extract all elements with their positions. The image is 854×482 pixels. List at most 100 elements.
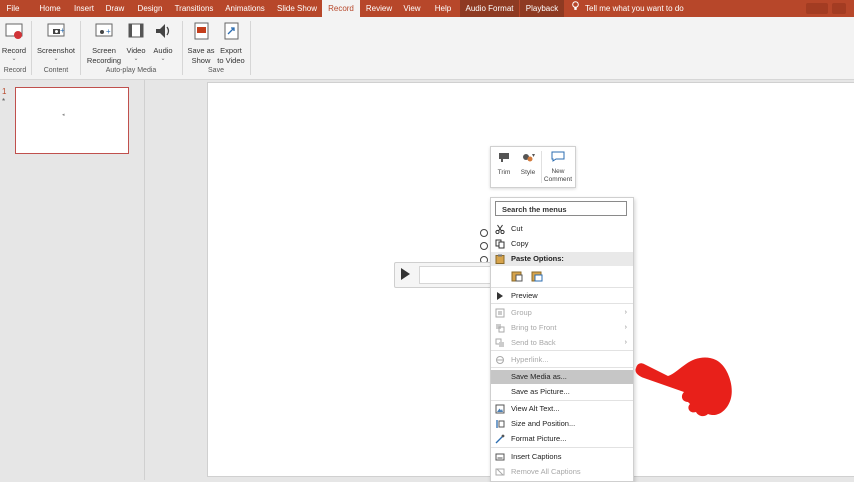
menu-item-send-to-back[interactable]: Send to Back › [491,336,633,350]
screen-recording-button[interactable]: + Screen Recording [84,21,124,66]
menu-item-format-picture[interactable]: Format Picture... [491,432,633,446]
menu-item-size-and-position[interactable]: Size and Position... [491,417,633,431]
group-label-save: Save [208,67,224,74]
tab-slide-show[interactable]: Slide Show [272,0,322,17]
trim-button[interactable]: Trim [493,151,515,177]
record-icon [1,21,27,44]
paste-picture-icon[interactable] [531,270,543,282]
chevron-right-icon: › [624,339,627,346]
screen-recording-icon: + [84,21,124,44]
audio-label: Audio [153,46,173,55]
menu-item-save-media-as[interactable]: Save Media as... [491,370,633,384]
tab-help[interactable]: Help [427,0,459,17]
export-to-video-button[interactable]: Export to Video [216,21,246,66]
selection-handle[interactable] [480,242,488,250]
tell-me-box[interactable]: Tell me what you want to do [572,0,684,17]
style-icon: ▾ [516,151,540,166]
audio-player[interactable] [394,262,496,288]
captions-icon [495,452,505,462]
scissors-icon [495,224,505,235]
slide-number: 1 [2,87,7,96]
thumbnail-media-mark: ◂ [62,112,65,118]
menu-item-view-alt-text[interactable]: View Alt Text... [491,402,633,416]
tab-home[interactable]: Home [32,0,68,17]
chevron-down-icon: ⌄ [160,56,166,62]
slide-star: * [2,97,6,106]
menu-item-label: Send to Back [511,338,556,347]
group-icon [495,308,505,318]
menu-item-remove-all-captions[interactable]: Remove All Captions [491,465,633,479]
speaker-icon [150,21,176,44]
menu-item-insert-captions[interactable]: Insert Captions [491,450,633,464]
playback-progress-bar[interactable] [419,266,495,284]
save-as-show-button[interactable]: Save as Show [186,21,216,66]
video-label: Video [126,46,146,55]
tab-view[interactable]: View [398,0,426,17]
chevron-down-icon: ⌄ [133,56,139,62]
menu-item-label: Group [511,308,532,317]
screen-recording-label-2: Recording [86,56,122,65]
tab-draw[interactable]: Draw [100,0,130,17]
group-label-record: Record [3,67,27,74]
menu-separator [491,400,633,401]
size-position-icon [495,419,505,429]
svg-text:+: + [60,26,65,35]
group-label-content: Content [43,67,69,74]
video-button[interactable]: Video ⌄ [124,21,148,62]
remove-captions-icon [495,467,505,477]
pointing-hand-icon [632,352,736,424]
user-area[interactable] [806,2,846,15]
search-menus-input[interactable]: Search the menus [495,201,627,216]
bring-to-front-icon [495,323,505,333]
group-divider [250,21,251,75]
clipboard-icon [495,254,505,264]
link-icon [495,355,505,365]
ribbon-tab-bar: File Home Insert Draw Design Transitions… [0,0,854,17]
export-video-label-1: Export [220,46,242,55]
menu-item-cut[interactable]: Cut [491,222,633,236]
play-icon[interactable] [401,268,410,280]
menu-item-group[interactable]: Group › [491,306,633,320]
menu-item-label: Copy [511,239,529,248]
slide-thumbnail[interactable]: ◂ [15,87,129,154]
menu-item-bring-to-front[interactable]: Bring to Front › [491,321,633,335]
export-video-label-2: to Video [217,56,245,65]
menu-item-hyperlink[interactable]: Hyperlink... [491,353,633,367]
menu-separator [491,367,633,368]
trim-icon [493,151,515,166]
menu-item-label: Bring to Front [511,323,557,332]
menu-separator [491,447,633,448]
style-button[interactable]: ▾ Style [516,151,540,177]
paste-options-header: Paste Options: [491,252,633,266]
selection-handle[interactable] [480,229,488,237]
menu-item-copy[interactable]: Copy [491,237,633,251]
tab-design[interactable]: Design [131,0,169,17]
format-picture-icon [495,434,505,444]
save-as-show-label-1: Save as [187,46,215,55]
menu-separator [491,287,633,288]
audio-button[interactable]: Audio ⌄ [150,21,176,62]
menu-item-label: Cut [511,224,523,233]
tab-playback[interactable]: Playback [520,0,564,17]
menu-item-preview[interactable]: Preview [491,289,633,303]
film-icon [124,21,148,44]
paste-keep-formatting-icon[interactable] [511,270,523,282]
screen-recording-label-1: Screen [92,46,116,55]
menu-item-label: View Alt Text... [511,404,560,413]
tab-record[interactable]: Record [322,0,360,17]
context-menu: Search the menus Cut Copy Paste Options:… [490,197,634,482]
record-button[interactable]: Record ⌄ [1,21,27,62]
mini-toolbar: Trim ▾ Style New Comment [490,146,576,188]
screenshot-button[interactable]: + Screenshot ⌄ [34,21,78,62]
tab-transitions[interactable]: Transitions [170,0,218,17]
new-comment-label-1: New [551,168,565,175]
tab-insert[interactable]: Insert [68,0,100,17]
tab-file[interactable]: File [0,0,26,17]
new-comment-button[interactable]: New Comment [542,151,574,184]
chevron-down-icon: ⌄ [11,56,17,62]
group-label-autoplay: Auto-play Media [105,67,157,74]
menu-item-save-as-picture[interactable]: Save as Picture... [491,385,633,399]
tab-animations[interactable]: Animations [219,0,271,17]
tab-audio-format[interactable]: Audio Format [460,0,519,17]
tab-review[interactable]: Review [361,0,397,17]
